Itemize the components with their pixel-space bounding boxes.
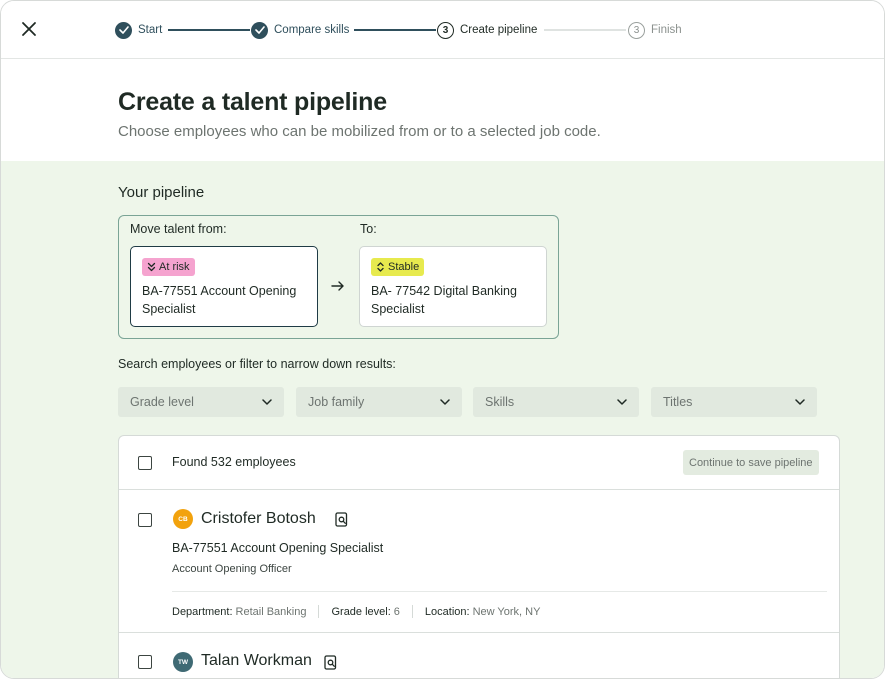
step-number: 3 bbox=[437, 21, 454, 39]
employee-name[interactable]: Cristofer Botosh bbox=[201, 510, 316, 528]
step-start[interactable]: Start bbox=[115, 20, 162, 40]
step-create-pipeline[interactable]: 3 Create pipeline bbox=[437, 20, 537, 40]
titles-filter[interactable]: Titles bbox=[651, 387, 817, 417]
continue-save-button[interactable]: Continue to save pipeline bbox=[683, 450, 819, 475]
step-connector bbox=[544, 29, 626, 31]
grade-label: Grade level: bbox=[331, 605, 391, 618]
arrow-right-icon bbox=[331, 279, 345, 293]
location-label: Location: bbox=[424, 605, 470, 618]
section-title: Your pipeline bbox=[118, 184, 205, 201]
row-divider bbox=[172, 591, 827, 592]
select-all-checkbox[interactable] bbox=[138, 456, 152, 470]
check-icon bbox=[251, 21, 268, 39]
step-connector bbox=[168, 29, 250, 31]
page-title: Create a talent pipeline bbox=[118, 88, 387, 116]
to-job-name: BA- 77542 Digital Banking Specialist bbox=[371, 284, 517, 316]
grade-level-filter[interactable]: Grade level bbox=[118, 387, 284, 417]
chevron-down-icon bbox=[440, 399, 450, 405]
chevron-down-icon bbox=[795, 399, 805, 405]
step-label: Start bbox=[138, 24, 163, 36]
employee-name[interactable]: Talan Workman bbox=[201, 652, 312, 670]
step-label: Finish bbox=[651, 24, 682, 36]
skills-filter[interactable]: Skills bbox=[473, 387, 639, 417]
department-value: Retail Banking bbox=[235, 605, 307, 618]
department-label: Department: bbox=[172, 605, 233, 618]
step-label: Compare skills bbox=[274, 24, 350, 36]
employee-checkbox[interactable] bbox=[138, 655, 152, 669]
step-label: Create pipeline bbox=[460, 24, 538, 36]
badge-label: At risk bbox=[159, 261, 190, 273]
meta-separator bbox=[411, 605, 413, 618]
location-value: New York, NY bbox=[472, 605, 541, 618]
from-job-name: BA-77551 Account Opening Specialist bbox=[142, 284, 297, 316]
stable-badge: Stable bbox=[371, 258, 425, 276]
employee-title: Account Opening Officer bbox=[172, 563, 292, 575]
up-down-chevron-icon bbox=[377, 262, 384, 272]
app-window: Start Compare skills 3 Create pipeline 3… bbox=[0, 0, 885, 679]
filter-label: Skills bbox=[485, 395, 515, 409]
employee-checkbox[interactable] bbox=[138, 513, 152, 527]
meta-separator bbox=[318, 605, 320, 618]
step-connector bbox=[354, 29, 436, 31]
page-subtitle: Choose employees who can be mobilized fr… bbox=[118, 123, 601, 140]
step-compare-skills[interactable]: Compare skills bbox=[251, 20, 349, 40]
chevron-down-icon bbox=[617, 399, 627, 405]
from-job-card[interactable]: At risk BA-77551 Account Opening Special… bbox=[130, 246, 318, 327]
filter-label: Job family bbox=[308, 395, 365, 409]
stepper-bar: Start Compare skills 3 Create pipeline 3… bbox=[1, 1, 884, 59]
filter-label: Grade level bbox=[130, 395, 194, 409]
filter-label: Search employees or filter to narrow dow… bbox=[118, 357, 396, 371]
at-risk-badge: At risk bbox=[142, 258, 195, 276]
filter-label: Titles bbox=[663, 395, 693, 409]
close-icon[interactable] bbox=[19, 19, 39, 39]
step-finish[interactable]: 3 Finish bbox=[628, 20, 682, 40]
grade-value: 6 bbox=[393, 605, 400, 618]
check-icon bbox=[115, 21, 132, 39]
results-count: Found 532 employees bbox=[172, 455, 296, 469]
double-chevron-down-icon bbox=[147, 262, 156, 272]
document-search-icon[interactable] bbox=[324, 655, 338, 670]
row-divider bbox=[119, 632, 839, 633]
badge-label: Stable bbox=[388, 261, 420, 273]
from-label: Move talent from: bbox=[130, 222, 227, 236]
chevron-down-icon bbox=[262, 399, 272, 405]
row-divider bbox=[119, 489, 839, 490]
avatar: TW bbox=[173, 652, 193, 672]
step-number: 3 bbox=[628, 21, 645, 39]
document-search-icon[interactable] bbox=[335, 512, 349, 527]
employee-job-code: BA-77551 Account Opening Specialist bbox=[172, 541, 384, 555]
employee-meta: Department: Retail Banking Grade level: … bbox=[172, 605, 540, 618]
to-job-card[interactable]: Stable BA- 77542 Digital Banking Special… bbox=[359, 246, 547, 327]
avatar: CB bbox=[173, 509, 193, 529]
to-label: To: bbox=[360, 222, 377, 236]
job-family-filter[interactable]: Job family bbox=[296, 387, 462, 417]
results-panel: Found 532 employees Continue to save pip… bbox=[118, 435, 840, 678]
